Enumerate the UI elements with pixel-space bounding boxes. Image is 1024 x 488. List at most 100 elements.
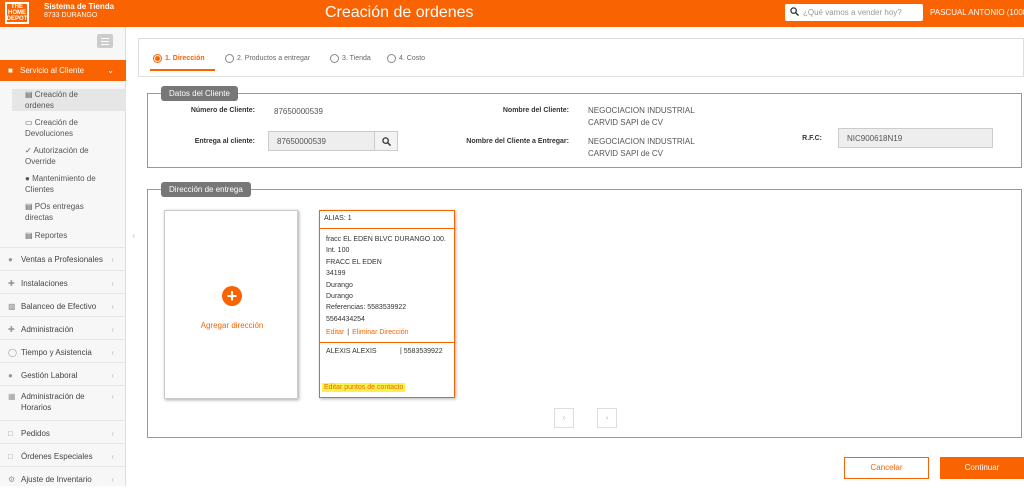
sidebar-item-gestion[interactable]: ● Gestión Laboral ‹: [0, 362, 126, 384]
sub-label: Devoluciones: [25, 129, 74, 138]
sidebar-item-inventario[interactable]: ⚙ Ajuste de Inventario ‹: [0, 466, 126, 488]
clock-icon: ◯: [8, 348, 17, 357]
top-bar: THE HOME DEPOT Sistema de Tienda 8733 DURA…: [0, 0, 1024, 27]
nombre-entregar-value: NEGOCIACION INDUSTRIAL CARVID SAPI de CV: [588, 136, 695, 160]
address-card[interactable]: ALIAS: 1 fracc EL EDEN BLVC DURANGO 100.…: [319, 210, 455, 398]
radio-icon: [225, 54, 234, 63]
prev-page-button[interactable]: ‹: [554, 408, 574, 428]
calendar-icon: ▦: [8, 392, 16, 401]
rfc-field[interactable]: NIC900618N19: [838, 128, 993, 148]
gear-icon: ⚙: [8, 475, 16, 484]
edit-contacts-link[interactable]: Editar puntos de contacto: [322, 383, 406, 392]
sidebar-item-administracion[interactable]: ✚ Administración ‹: [0, 316, 126, 338]
sub-label: Override: [25, 157, 56, 166]
chevron-left-icon: ‹: [111, 429, 114, 438]
chevron-left-icon: ‹: [111, 392, 114, 401]
active-step-underline: [150, 69, 215, 71]
sidebar-item-ordenes-especiales[interactable]: □ Órdenes Especiales ‹: [0, 443, 126, 465]
continue-button[interactable]: Continuar: [940, 457, 1024, 479]
sidebar-item-ventas[interactable]: ● Ventas a Profesionales ‹: [0, 247, 126, 269]
sidebar-item-servicio-cliente[interactable]: ■ Servicio al Cliente ⌄: [0, 60, 126, 81]
sidebar-sub-clientes[interactable]: ● Mantenimiento de Clientes: [25, 173, 96, 195]
sidebar-item-label: Tiempo y Asistencia: [21, 348, 92, 357]
chevron-left-icon: ‹: [111, 302, 114, 311]
delete-address-link[interactable]: Eliminar Dirección: [352, 329, 408, 336]
sub-label: Mantenimiento de: [32, 174, 96, 183]
sub-label: ordenes: [25, 101, 54, 110]
step-label: 4. Costo: [399, 55, 426, 62]
address-line: Durango: [326, 281, 353, 289]
address-line: fracc EL EDEN BLVC DURANGO 100.: [326, 236, 446, 243]
home-depot-logo[interactable]: THE HOME DEPOT: [5, 2, 29, 24]
sidebar-item-label: Administración de: [21, 392, 85, 401]
chevron-left-icon: ‹: [111, 452, 114, 461]
sidebar-item-tiempo[interactable]: ◯ Tiempo y Asistencia ‹: [0, 339, 126, 361]
chevron-left-icon: ‹: [111, 348, 114, 357]
user-name[interactable]: PASCUAL ANTONIO (1008: [930, 8, 1024, 17]
sidebar-item-pedidos[interactable]: □ Pedidos ‹: [0, 420, 126, 442]
rfc-label: R.F.C:: [802, 135, 822, 142]
address-line: 5564434254: [326, 315, 365, 323]
store-id: 8733 DURANGO: [44, 12, 98, 19]
sub-label: POs entregas: [34, 202, 84, 211]
entrega-cliente-field[interactable]: 87650000539: [268, 131, 375, 151]
chevron-left-icon: ‹: [111, 475, 114, 484]
next-page-button[interactable]: ›: [597, 408, 617, 428]
sidebar-item-instalaciones[interactable]: ✚ Instalaciones ‹: [0, 270, 126, 292]
address-line: 34199: [326, 270, 346, 278]
sub-label: Reportes: [34, 231, 68, 240]
step-productos[interactable]: 2. Productos a entregar: [225, 54, 310, 63]
cancel-button[interactable]: Cancelar: [844, 457, 929, 479]
menu-toggle-icon[interactable]: [97, 34, 113, 48]
step-tienda[interactable]: 3. Tienda: [330, 54, 371, 63]
person-icon: ●: [8, 255, 13, 264]
plus-icon: +: [222, 286, 242, 306]
sidebar-item-label: Horarios: [21, 403, 52, 412]
nombre-line: NEGOCIACION INDUSTRIAL: [588, 106, 695, 115]
nombre-line: NEGOCIACION INDUSTRIAL: [588, 137, 695, 146]
sub-label: Autorización de: [33, 146, 89, 155]
step-costo[interactable]: 4. Costo: [387, 54, 425, 63]
cash-icon: ▩: [8, 302, 16, 311]
step-direccion[interactable]: 1. Dirección: [153, 54, 205, 63]
add-address-card[interactable]: + Agregar dirección: [164, 210, 298, 399]
chevron-down-icon: ⌄: [107, 66, 114, 75]
sub-label: Creación de: [34, 118, 78, 127]
sidebar-sub-reportes[interactable]: ▤ Reportes ‹: [25, 230, 135, 241]
step-label: 2. Productos a entregar: [237, 55, 311, 62]
address-line: FRACC EL EDEN: [326, 258, 382, 266]
address-line: Int. 100: [326, 247, 350, 255]
chevron-left-icon: ‹: [132, 231, 135, 240]
contact-phone: | 5583539922: [400, 348, 443, 355]
nombre-cliente-value: NEGOCIACION INDUSTRIAL CARVID SAPI de CV: [588, 105, 695, 129]
store-name: Sistema de Tienda: [44, 2, 115, 11]
address-line: Referencias: 5583539922: [326, 304, 407, 312]
nombre-entregar-label: Nombre del Cliente a Entregar:: [466, 138, 569, 145]
doc-icon: □: [8, 452, 13, 461]
step-label: 1. Dirección: [165, 55, 205, 62]
sidebar-item-balanceo[interactable]: ▩ Balanceo de Efectivo ‹: [0, 293, 126, 315]
address-line: Durango: [326, 293, 353, 301]
sidebar-sub-creacion-ordenes[interactable]: ▤ Creación de ordenes: [12, 89, 126, 111]
sidebar-sub-pos[interactable]: ▤ POs entregas directas: [25, 201, 84, 223]
report-icon: ▤: [25, 231, 35, 240]
sidebar-sub-devoluciones[interactable]: ▭ Creación de Devoluciones: [25, 117, 78, 139]
bag-icon: ■: [8, 66, 13, 75]
numero-cliente-label: Número de Cliente:: [190, 107, 255, 114]
wrench-icon: ✚: [8, 325, 15, 334]
add-address-label: Agregar dirección: [200, 321, 264, 330]
sidebar-item-horarios[interactable]: ▦ Administración de Horarios ‹: [0, 385, 126, 419]
datos-cliente-legend: Datos del Cliente: [161, 86, 238, 101]
user-icon: ●: [25, 174, 33, 183]
list-icon: ▤: [25, 202, 35, 211]
search-placeholder: ¿Qué vamos a vender hoy?: [803, 8, 902, 17]
contact-name: ALEXIS ALEXIS: [326, 348, 377, 355]
group-icon: ●: [8, 371, 13, 380]
divider: [320, 342, 454, 343]
search-input[interactable]: ¿Qué vamos a vender hoy?: [785, 4, 923, 21]
address-lines: fracc EL EDEN BLVC DURANGO 100. Int. 100…: [326, 234, 446, 325]
sidebar-sub-override[interactable]: ✓ Autorización de Override: [25, 145, 89, 167]
edit-address-link[interactable]: Editar: [326, 329, 344, 336]
sidebar-item-label: Gestión Laboral: [21, 371, 78, 380]
search-cliente-button[interactable]: [374, 131, 398, 151]
